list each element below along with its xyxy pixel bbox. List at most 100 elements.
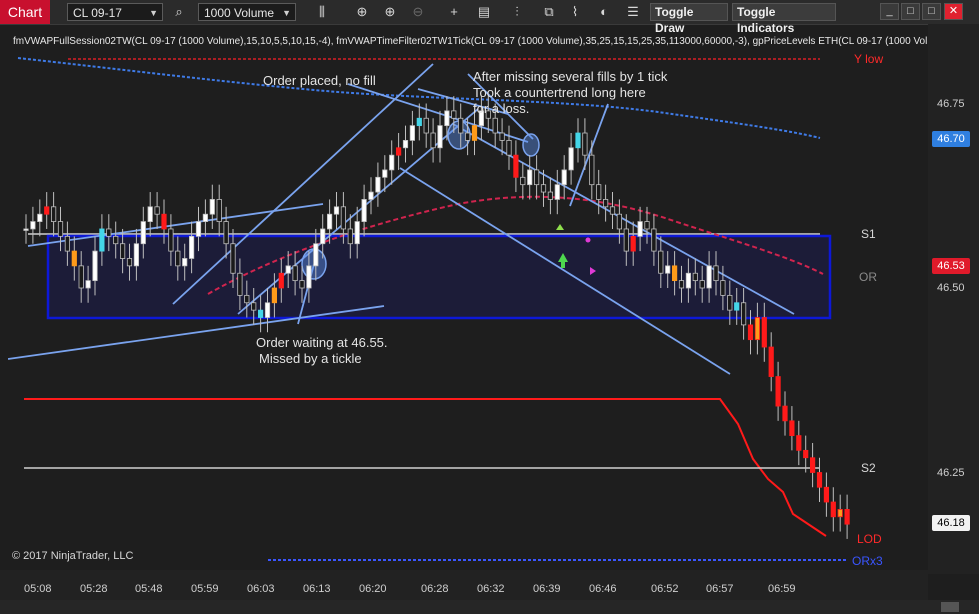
maximize-button[interactable]: □: [901, 3, 920, 20]
price-tick: 46.50: [937, 282, 965, 294]
time-label: 05:48: [135, 583, 163, 595]
price-bar: [603, 199, 609, 208]
price-bar: [823, 486, 830, 503]
interval-selector[interactable]: 1000 Volume ▼: [198, 3, 296, 21]
price-bar: [499, 132, 505, 141]
price-bar: [264, 302, 271, 318]
price-bar: [395, 147, 402, 156]
time-label: 05:59: [191, 583, 219, 595]
time-label: 05:08: [24, 583, 52, 595]
price-bar: [651, 228, 657, 252]
price-bar: [347, 228, 353, 245]
annotation-order-waiting-line2: Missed by a tickle: [259, 351, 362, 366]
price-bar: [78, 265, 84, 289]
zoom-in-icon[interactable]: ⊕: [353, 3, 371, 21]
drawing-tools-icon[interactable]: ⌇: [566, 3, 584, 21]
price-bar: [154, 206, 160, 215]
price-bar: [361, 199, 367, 222]
price-bar: [796, 435, 802, 451]
price-bar: [278, 272, 284, 289]
price-bar: [837, 508, 843, 518]
chevron-down-icon: ▼: [149, 8, 158, 18]
price-bar: [582, 132, 588, 156]
trendline: [569, 103, 609, 207]
zoom-in-icon[interactable]: ⊕: [381, 3, 399, 21]
price-bar: [685, 272, 692, 289]
data-box-icon[interactable]: ▤: [475, 3, 493, 21]
search-icon[interactable]: ⌕: [170, 3, 188, 21]
price-bar: [340, 206, 347, 230]
price-bar: [285, 265, 291, 274]
price-bar: [140, 221, 146, 245]
crosshair-icon[interactable]: +: [445, 3, 463, 21]
chart-tab[interactable]: Chart: [0, 0, 50, 24]
toggle-indicators-button[interactable]: Toggle Indicators: [732, 3, 836, 35]
price-bar: [492, 117, 498, 134]
horizontal-scrollbar[interactable]: [0, 600, 979, 614]
price-bar: [244, 294, 250, 304]
price-bar: [699, 280, 705, 289]
price-bar: [237, 272, 243, 296]
chevron-down-icon: ▼: [282, 8, 291, 18]
price-chart[interactable]: [8, 34, 928, 570]
level-label-orx3: ORx3: [852, 554, 883, 568]
indicators-icon[interactable]: ⫶: [508, 3, 526, 21]
price-bar: [85, 280, 91, 289]
close-button[interactable]: ✕: [944, 3, 963, 20]
price-bar: [451, 110, 457, 119]
price-bar: [768, 346, 774, 377]
price-bar: [271, 287, 278, 304]
price-bar: [623, 228, 629, 252]
price-bar: [71, 250, 77, 267]
scrollbar-thumb[interactable]: [941, 602, 959, 612]
bar-type-icon[interactable]: ⫼: [313, 3, 331, 21]
price-bar: [471, 125, 478, 141]
price-bar: [458, 117, 464, 134]
price-bar: [506, 140, 512, 156]
price-bar: [810, 457, 816, 473]
time-label: 06:57: [706, 583, 734, 595]
properties-icon[interactable]: ☰: [624, 3, 642, 21]
instrument-selector[interactable]: CL 09-17 ▼: [67, 3, 163, 21]
price-bar: [175, 250, 181, 267]
price-bar: [126, 258, 133, 267]
price-bar: [706, 265, 712, 289]
price-bar: [423, 117, 429, 134]
price-bar: [547, 191, 554, 200]
price-bar: [589, 154, 595, 186]
price-bar: [257, 309, 264, 318]
price-bar: [326, 213, 333, 230]
price-tick: 46.75: [937, 98, 965, 110]
price-bar: [230, 243, 236, 274]
price-bar: [637, 221, 643, 237]
price-bar: [803, 449, 809, 459]
price-bar: [320, 228, 326, 245]
level-label-lod: LOD: [857, 532, 882, 546]
price-bar: [354, 221, 360, 245]
price-bar: [402, 140, 409, 149]
price-bar: [313, 243, 319, 267]
price-bar: [464, 132, 471, 141]
restore-button[interactable]: □: [922, 3, 941, 20]
level-label-y-low: Y low: [854, 52, 884, 66]
reload-icon[interactable]: ◐: [595, 3, 613, 21]
time-label: 06:13: [303, 583, 331, 595]
zoom-out-icon[interactable]: ⊖: [409, 3, 427, 21]
time-label: 06:52: [651, 583, 679, 595]
vwap-price-label: 46.70: [932, 131, 970, 147]
time-label: 06:46: [589, 583, 617, 595]
signal-marker: [556, 224, 564, 230]
price-bar: [727, 294, 733, 311]
strategies-icon[interactable]: ⧉: [540, 3, 558, 21]
time-label: 06:59: [768, 583, 796, 595]
price-bar: [561, 169, 567, 186]
price-bar: [844, 508, 850, 525]
toggle-draw-button[interactable]: Toggle Draw: [650, 3, 728, 35]
price-bar: [540, 184, 547, 193]
price-bar: [209, 199, 215, 215]
minimize-button[interactable]: _: [880, 3, 899, 20]
price-bar: [430, 132, 436, 149]
price-bar: [216, 199, 222, 222]
price-bar: [368, 191, 374, 200]
chart-toolbar: Chart CL 09-17 ▼ ⌕ 1000 Volume ▼ ⫼ ⊕ ⊕ ⊖…: [0, 0, 979, 35]
